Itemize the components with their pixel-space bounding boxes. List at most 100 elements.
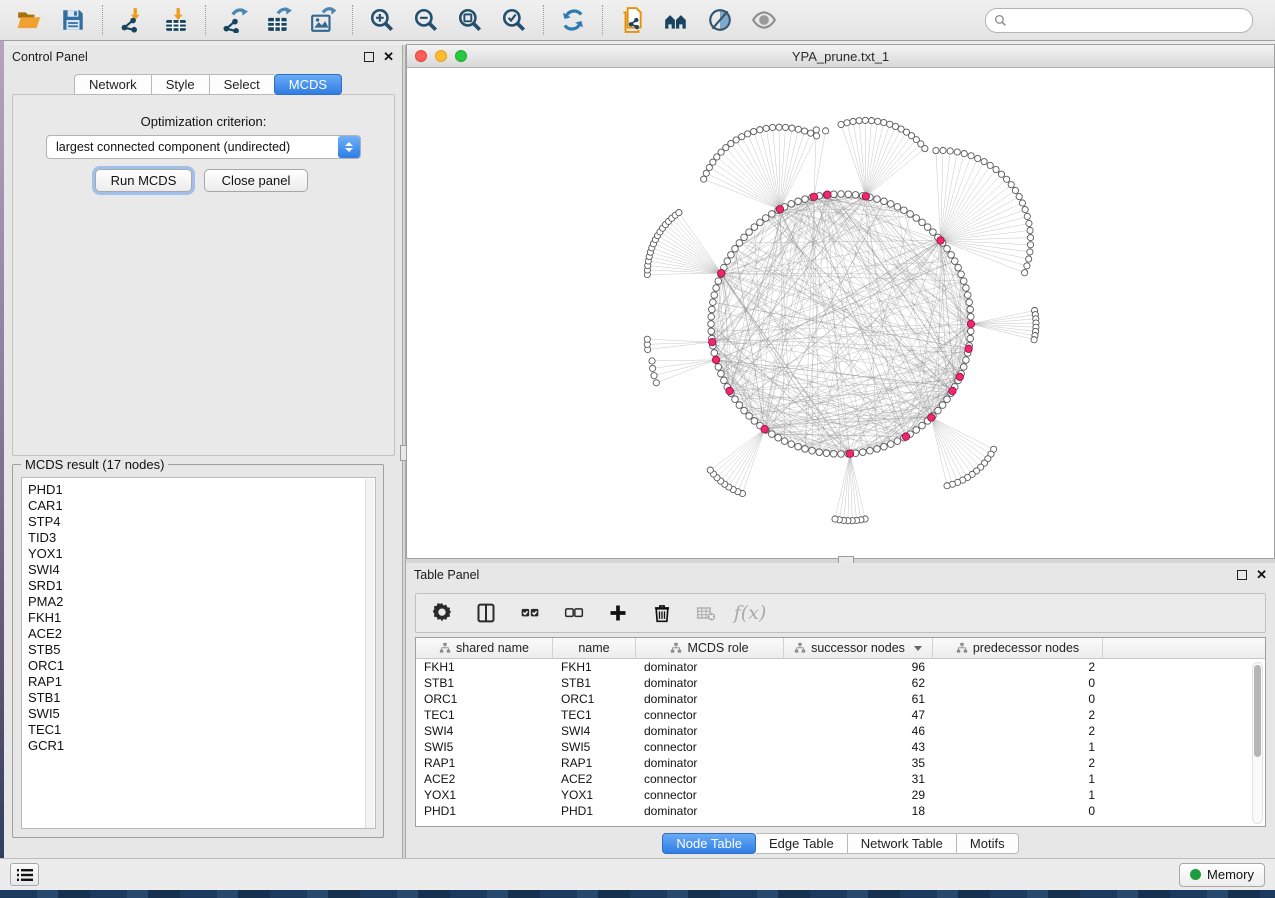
cell-shared-name[interactable]: RAP1 (416, 755, 553, 771)
scrollbar-thumb[interactable] (1254, 665, 1261, 757)
list-item[interactable]: ORC1 (28, 658, 375, 674)
cell-name[interactable]: TEC1 (553, 707, 636, 723)
cell-predecessor-nodes[interactable]: 2 (933, 659, 1103, 675)
cell-successor-nodes[interactable]: 61 (784, 691, 933, 707)
table-row[interactable]: ORC1ORC1dominator610 (416, 691, 1265, 707)
column-header-successor-nodes[interactable]: successor nodes (784, 638, 933, 658)
list-item[interactable]: PMA2 (28, 594, 375, 610)
zoom-selected-icon[interactable] (499, 5, 529, 35)
list-scrollbar[interactable] (365, 479, 374, 829)
apply-layout-icon[interactable] (558, 5, 588, 35)
cell-shared-name[interactable]: ACE2 (416, 771, 553, 787)
cell-predecessor-nodes[interactable]: 0 (933, 803, 1103, 819)
hide-selected-icon[interactable] (705, 5, 735, 35)
cell-name[interactable]: SWI5 (553, 739, 636, 755)
cell-name[interactable]: STB1 (553, 675, 636, 691)
table-row[interactable]: ACE2ACE2connector311 (416, 771, 1265, 787)
table-scrollbar[interactable] (1252, 662, 1263, 824)
list-item[interactable]: GCR1 (28, 738, 375, 754)
first-neighbors-icon[interactable] (661, 5, 691, 35)
memory-button[interactable]: Memory (1179, 863, 1265, 887)
list-item[interactable]: STP4 (28, 514, 375, 530)
tab-style[interactable]: Style (151, 74, 209, 95)
cell-successor-nodes[interactable]: 62 (784, 675, 933, 691)
table-row[interactable]: TEC1TEC1connector472 (416, 707, 1265, 723)
cell-predecessor-nodes[interactable]: 1 (933, 787, 1103, 803)
optimization-criterion-select[interactable]: largest connected component (undirected) (46, 135, 361, 159)
cell-mcds-role[interactable]: dominator (636, 659, 784, 675)
list-item[interactable]: PHD1 (28, 482, 375, 498)
function-builder-icon[interactable]: f(x) (738, 601, 762, 625)
cell-successor-nodes[interactable]: 29 (784, 787, 933, 803)
cell-successor-nodes[interactable]: 35 (784, 755, 933, 771)
cell-mcds-role[interactable]: dominator (636, 691, 784, 707)
list-item[interactable]: ACE2 (28, 626, 375, 642)
list-item[interactable]: STB1 (28, 690, 375, 706)
cell-successor-nodes[interactable]: 43 (784, 739, 933, 755)
list-item[interactable]: RAP1 (28, 674, 375, 690)
delete-table-icon[interactable] (694, 601, 718, 625)
cell-predecessor-nodes[interactable]: 2 (933, 755, 1103, 771)
list-item[interactable]: FKH1 (28, 610, 375, 626)
cell-mcds-role[interactable]: dominator (636, 723, 784, 739)
table-row[interactable]: RAP1RAP1dominator352 (416, 755, 1265, 771)
table-row[interactable]: FKH1FKH1dominator962 (416, 659, 1265, 675)
cell-successor-nodes[interactable]: 46 (784, 723, 933, 739)
cell-predecessor-nodes[interactable]: 1 (933, 739, 1103, 755)
cell-name[interactable]: ACE2 (553, 771, 636, 787)
cell-shared-name[interactable]: ORC1 (416, 691, 553, 707)
cell-mcds-role[interactable]: connector (636, 787, 784, 803)
tab-node-table[interactable]: Node Table (662, 833, 756, 854)
add-column-icon[interactable] (606, 601, 630, 625)
cell-mcds-role[interactable]: connector (636, 771, 784, 787)
list-item[interactable]: SWI4 (28, 562, 375, 578)
tab-edge-table[interactable]: Edge Table (756, 833, 848, 854)
list-item[interactable]: TID3 (28, 530, 375, 546)
cell-successor-nodes[interactable]: 47 (784, 707, 933, 723)
close-panel-button[interactable]: Close panel (204, 169, 308, 192)
export-table-icon[interactable] (264, 5, 294, 35)
close-panel-icon[interactable]: ✕ (1256, 570, 1267, 580)
list-item[interactable]: TEC1 (28, 722, 375, 738)
cell-predecessor-nodes[interactable]: 0 (933, 675, 1103, 691)
cell-mcds-role[interactable]: dominator (636, 675, 784, 691)
cell-shared-name[interactable]: SWI4 (416, 723, 553, 739)
cell-shared-name[interactable]: SWI5 (416, 739, 553, 755)
tab-network[interactable]: Network (74, 74, 151, 95)
export-network-icon[interactable] (220, 5, 250, 35)
save-session-icon[interactable] (58, 5, 88, 35)
cell-mcds-role[interactable]: connector (636, 707, 784, 723)
network-graph-canvas[interactable] (407, 68, 1274, 558)
list-item[interactable]: SWI5 (28, 706, 375, 722)
cell-mcds-role[interactable]: connector (636, 739, 784, 755)
tab-network-table[interactable]: Network Table (848, 833, 957, 854)
column-header-name[interactable]: name (553, 638, 636, 658)
zoom-in-icon[interactable] (367, 5, 397, 35)
cell-name[interactable]: FKH1 (553, 659, 636, 675)
tab-select[interactable]: Select (209, 74, 274, 95)
list-item[interactable]: CAR1 (28, 498, 375, 514)
cell-successor-nodes[interactable]: 18 (784, 803, 933, 819)
column-header-mcds-role[interactable]: MCDS role (636, 638, 784, 658)
search-field[interactable] (985, 8, 1253, 33)
cell-name[interactable]: ORC1 (553, 691, 636, 707)
tab-mcds[interactable]: MCDS (274, 74, 342, 95)
table-settings-gear-icon[interactable] (430, 601, 454, 625)
tab-motifs[interactable]: Motifs (957, 833, 1019, 854)
cell-name[interactable]: YOX1 (553, 787, 636, 803)
table-row[interactable]: STB1STB1dominator620 (416, 675, 1265, 691)
table-row[interactable]: YOX1YOX1connector291 (416, 787, 1265, 803)
zoom-fit-icon[interactable] (455, 5, 485, 35)
cell-predecessor-nodes[interactable]: 0 (933, 691, 1103, 707)
cell-shared-name[interactable]: STB1 (416, 675, 553, 691)
mcds-result-list[interactable]: PHD1 CAR1 STP4 TID3 YOX1 SWI4 SRD1 PMA2 … (21, 477, 376, 829)
cell-shared-name[interactable]: PHD1 (416, 803, 553, 819)
show-all-icon[interactable] (749, 5, 779, 35)
run-mcds-button[interactable]: Run MCDS (95, 169, 192, 192)
task-history-button[interactable] (10, 863, 39, 886)
table-row[interactable]: SWI5SWI5connector431 (416, 739, 1265, 755)
cell-name[interactable]: SWI4 (553, 723, 636, 739)
cell-shared-name[interactable]: YOX1 (416, 787, 553, 803)
network-window-titlebar[interactable]: YPA_prune.txt_1 (407, 45, 1274, 68)
search-input[interactable] (1007, 10, 1252, 30)
